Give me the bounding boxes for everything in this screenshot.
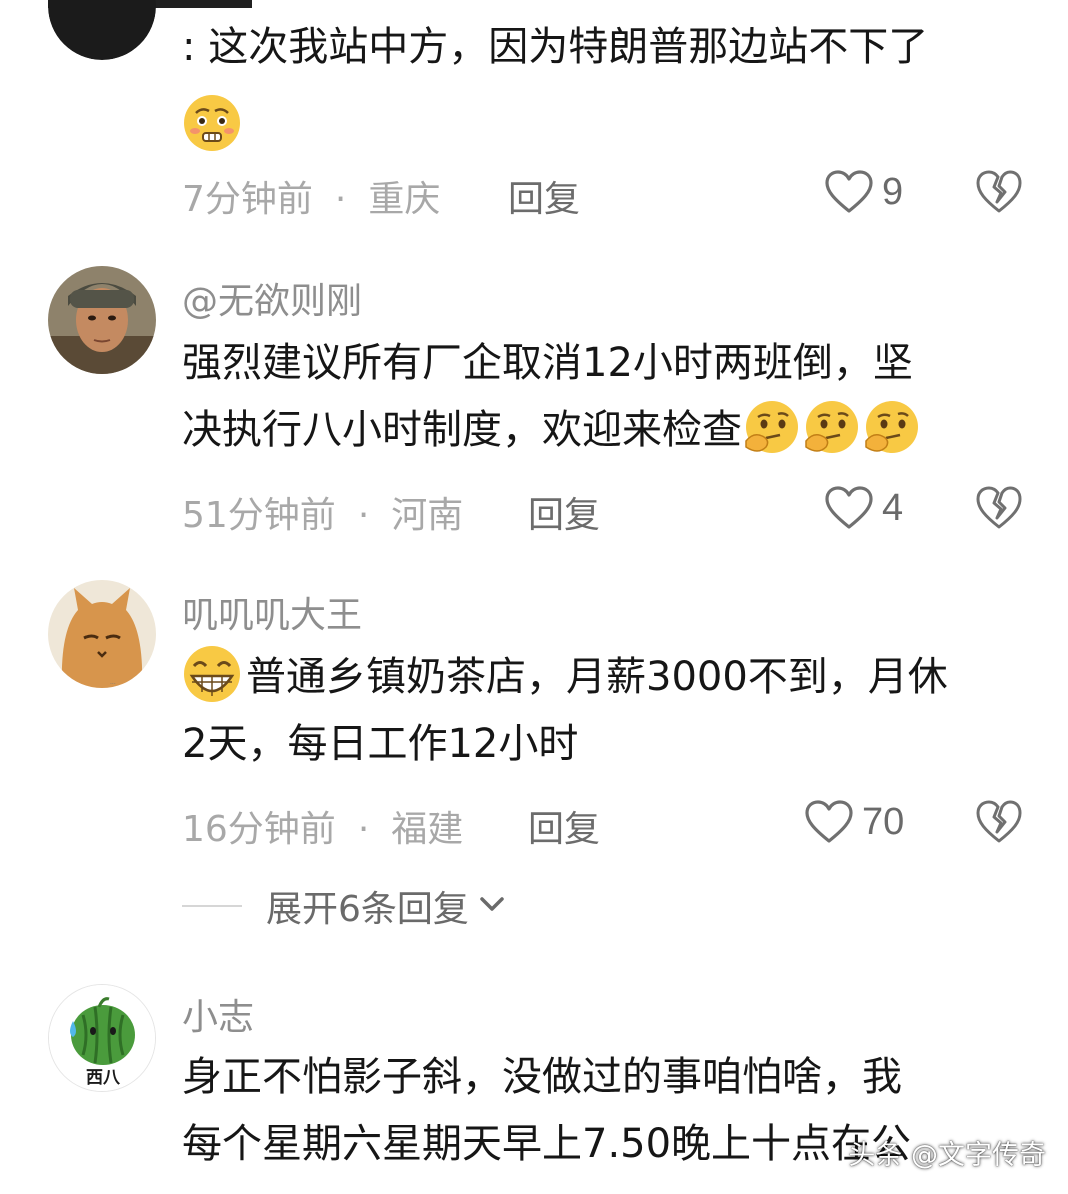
comments-page: : 这次我站中方，因为特朗普那边站不下了 7分钟前 · 重庆 回复 9 @无欲则… xyxy=(0,0,1068,1194)
grinning-face-emoji xyxy=(182,644,242,704)
pleading-face-emoji xyxy=(182,93,242,153)
comment-line: 普通乡镇奶茶店，月薪3000不到，月休 xyxy=(182,644,1042,711)
comment-line-text: 决执行八小时制度，欢迎来检查 xyxy=(182,407,742,453)
username[interactable]: 小志 xyxy=(182,988,254,1040)
avatar[interactable] xyxy=(48,266,156,374)
comment-location: 重庆 xyxy=(368,179,441,220)
avatar[interactable] xyxy=(48,0,156,60)
meta-separator: · xyxy=(357,495,370,536)
chevron-down-icon xyxy=(469,887,509,925)
comment-line: 决执行八小时制度，欢迎来检查 xyxy=(182,397,1042,464)
divider-line xyxy=(182,905,242,907)
like-button[interactable]: 70 xyxy=(804,796,904,848)
thinking-face-emoji xyxy=(742,397,802,457)
broken-heart-icon xyxy=(975,168,1023,216)
comment-meta: 51分钟前 · 河南 xyxy=(182,486,463,538)
dislike-button[interactable] xyxy=(975,168,1023,216)
heart-outline-icon xyxy=(824,485,874,531)
meta-separator: · xyxy=(334,179,347,220)
svg-text:...: ... xyxy=(110,679,116,686)
comment-location: 福建 xyxy=(391,809,464,850)
comment-time: 16分钟前 xyxy=(182,809,336,850)
comment-text: 强烈建议所有厂企取消12小时两班倒，坚 决执行八小时制度，欢迎来检查 xyxy=(182,330,1042,464)
thinking-face-emoji xyxy=(802,397,862,457)
username[interactable]: @无欲则刚 xyxy=(182,272,362,324)
heart-outline-icon xyxy=(824,169,874,215)
comment-line-text: 普通乡镇奶茶店，月薪3000不到，月休 xyxy=(246,654,948,700)
avatar[interactable]: ... xyxy=(48,580,156,688)
username[interactable]: 叽叽叽大王 xyxy=(182,586,362,638)
like-button[interactable]: 4 xyxy=(824,482,903,534)
comment-line xyxy=(182,81,1042,151)
meta-separator: · xyxy=(357,809,370,850)
heart-outline-icon xyxy=(804,799,854,845)
reply-button[interactable]: 回复 xyxy=(528,800,600,852)
reply-button[interactable]: 回复 xyxy=(528,486,600,538)
comment-line: 身正不怕影子斜，没做过的事咱怕啥，我 xyxy=(182,1054,902,1100)
comment-time: 7分钟前 xyxy=(182,179,313,220)
like-button[interactable]: 9 xyxy=(824,166,903,218)
like-count: 4 xyxy=(882,486,904,529)
like-count: 9 xyxy=(882,170,904,213)
expand-replies-label: 展开6条回复 xyxy=(266,889,469,930)
expand-replies-button[interactable]: 展开6条回复 xyxy=(182,880,509,932)
watermark: 头条 @文字传奇 xyxy=(848,1140,1046,1171)
avatar-text: 西八 xyxy=(86,1068,121,1088)
comment-location: 河南 xyxy=(391,495,464,536)
comment-text: 普通乡镇奶茶店，月薪3000不到，月休 2天，每日工作12小时 xyxy=(182,644,1042,778)
broken-heart-icon xyxy=(975,484,1023,532)
comment-time: 51分钟前 xyxy=(182,495,336,536)
dislike-button[interactable] xyxy=(975,484,1023,532)
comment-line: : 这次我站中方，因为特朗普那边站不下了 xyxy=(182,24,929,70)
avatar[interactable]: 西八 xyxy=(48,984,156,1092)
reply-button[interactable]: 回复 xyxy=(508,170,580,222)
thinking-face-emoji xyxy=(862,397,922,457)
comment-line: 2天，每日工作12小时 xyxy=(182,721,579,767)
broken-heart-icon xyxy=(975,798,1023,846)
comment-meta: 7分钟前 · 重庆 xyxy=(182,170,440,222)
comment-line: 强烈建议所有厂企取消12小时两班倒，坚 xyxy=(182,340,913,386)
like-count: 70 xyxy=(862,800,905,843)
comment-text: : 这次我站中方，因为特朗普那边站不下了 xyxy=(182,14,1042,151)
comment-meta: 16分钟前 · 福建 xyxy=(182,800,463,852)
dislike-button[interactable] xyxy=(975,798,1023,846)
